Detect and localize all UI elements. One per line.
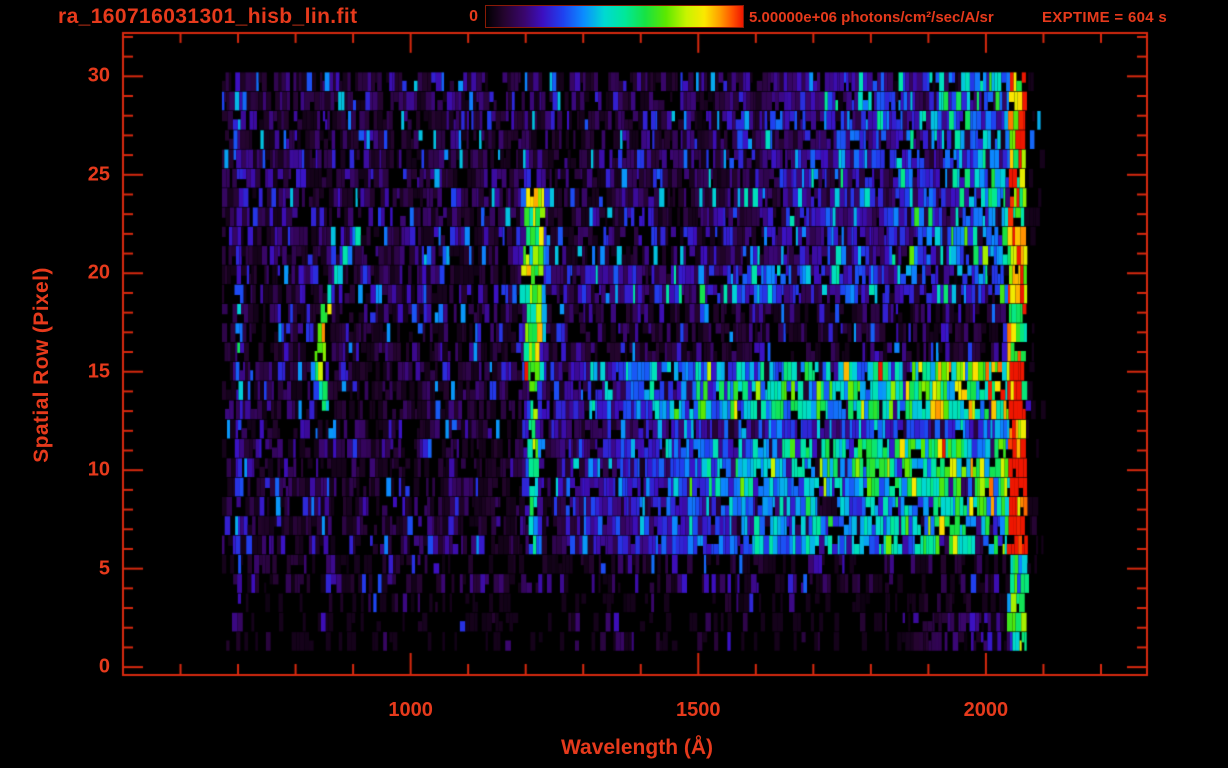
x-tick-label: 1500 xyxy=(676,699,721,721)
x-tick-label: 2000 xyxy=(963,699,1009,721)
y-tick-label: 10 xyxy=(87,458,110,481)
y-tick-label: 15 xyxy=(87,360,110,383)
x-axis-label: Wavelength (Å) xyxy=(560,736,714,759)
y-tick-label: 30 xyxy=(87,64,110,87)
file-title: ra_160716031301_hisb_lin.fit xyxy=(58,5,358,28)
colorbar-min-label: 0 xyxy=(469,8,478,25)
exptime-label: EXPTIME = 604 s xyxy=(1042,9,1167,26)
colorbar xyxy=(485,5,744,28)
x-tick-label: 1000 xyxy=(388,699,433,721)
y-tick-label: 5 xyxy=(98,557,110,580)
spectrogram-viewer: ra_160716031301_hisb_lin.fit 0 5.00000e+… xyxy=(0,0,1228,768)
y-axis-label: Spatial Row (Pixel) xyxy=(30,267,53,463)
y-tick-label: 25 xyxy=(87,163,110,186)
y-tick-label: 0 xyxy=(98,655,110,678)
spectral-heatmap-canvas xyxy=(0,0,1228,768)
colorbar-max-label: 5.00000e+06 photons/cm²/sec/A/sr xyxy=(749,9,994,26)
y-tick-label: 20 xyxy=(87,261,110,284)
